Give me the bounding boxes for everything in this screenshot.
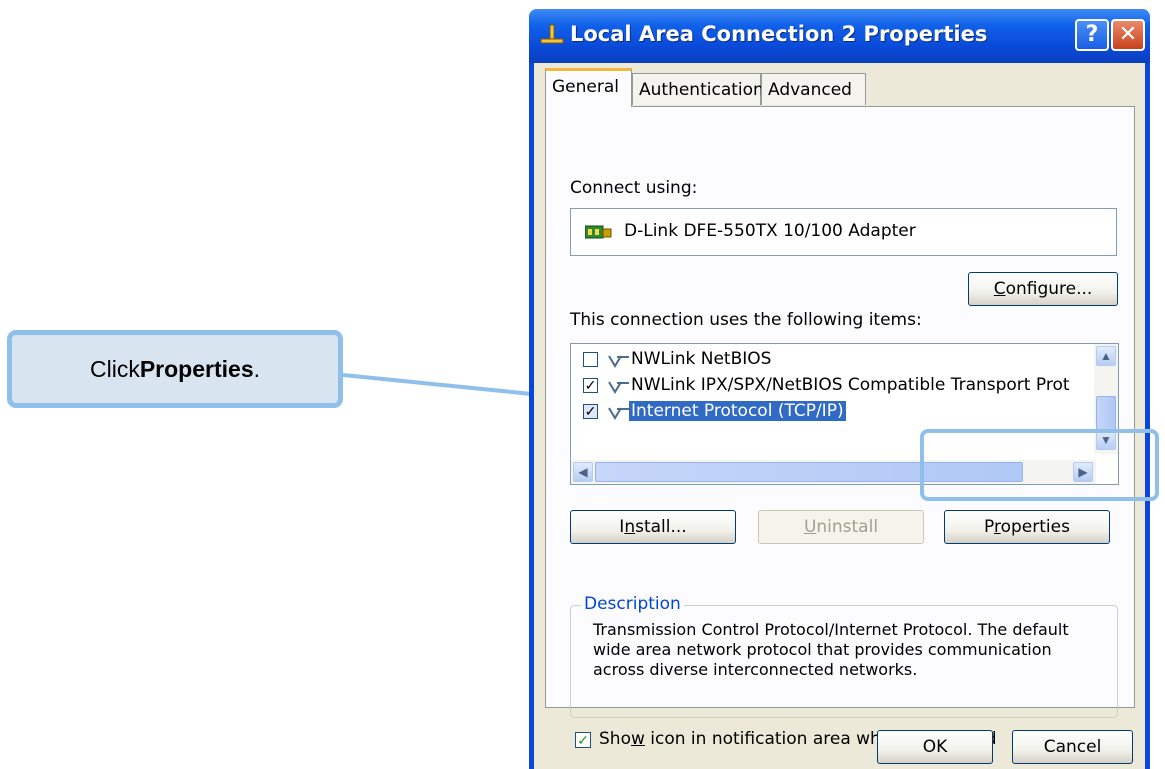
vertical-scroll-thumb[interactable] [1096, 396, 1116, 432]
protocol-icon [608, 355, 629, 368]
description-text: Transmission Control Protocol/Internet P… [593, 620, 1069, 679]
item-label: NWLink NetBIOS [631, 349, 772, 369]
item-label: Internet Protocol (TCP/IP) [629, 401, 846, 421]
tab-authentication[interactable]: Authentication [632, 73, 764, 105]
item-label: NWLink IPX/SPX/NetBIOS Compatible Transp… [631, 375, 1070, 395]
item-checkbox[interactable] [583, 352, 598, 367]
tab-general[interactable]: General [545, 68, 632, 107]
protocol-icon [608, 381, 629, 394]
properties-dialog: Local Area Connection 2 Properties ? ✕ G… [529, 9, 1150, 769]
instruction-callout: Click Properties. [7, 330, 343, 408]
uninstall-button: Uninstall [758, 510, 924, 544]
item-checkbox[interactable]: ✓ [583, 378, 598, 393]
item-checkbox[interactable]: ✓ [583, 404, 598, 419]
configure-button[interactable]: Configure... [968, 272, 1118, 306]
general-tab-panel: Connect using: D-Link DFE-550TX 10/100 A… [545, 106, 1135, 749]
window-title: Local Area Connection 2 Properties [570, 22, 988, 46]
install-button[interactable]: Install... [570, 510, 736, 544]
description-title: Description [581, 594, 684, 614]
show-icon-checkbox[interactable]: ✓ [575, 732, 591, 748]
dialog-client-area: General Authentication Advanced Connect … [534, 63, 1145, 769]
network-connection-icon [540, 24, 564, 44]
ok-button[interactable]: OK [877, 730, 993, 764]
callout-bold: Properties [139, 355, 254, 382]
adapter-field: D-Link DFE-550TX 10/100 Adapter [570, 208, 1117, 256]
scroll-left-icon[interactable]: ◀ [573, 462, 593, 482]
title-bar[interactable]: Local Area Connection 2 Properties ? ✕ [529, 9, 1150, 63]
help-button[interactable]: ? [1075, 19, 1109, 51]
description-group: Description Transmission Control Protoco… [570, 594, 1118, 718]
protocol-icon [608, 407, 629, 420]
properties-highlight [920, 429, 1159, 501]
tab-advanced[interactable]: Advanced [761, 73, 866, 105]
adapter-name: D-Link DFE-550TX 10/100 Adapter [624, 221, 916, 241]
items-label: This connection uses the following items… [570, 310, 922, 330]
close-button[interactable]: ✕ [1111, 19, 1145, 51]
callout-suffix: . [253, 355, 260, 382]
scroll-up-icon[interactable]: ▲ [1096, 346, 1116, 366]
properties-button[interactable]: Properties [944, 510, 1110, 544]
connect-using-label: Connect using: [570, 178, 698, 198]
network-adapter-icon [585, 225, 612, 239]
cancel-button[interactable]: Cancel [1012, 730, 1133, 764]
callout-prefix: Click [90, 355, 140, 382]
